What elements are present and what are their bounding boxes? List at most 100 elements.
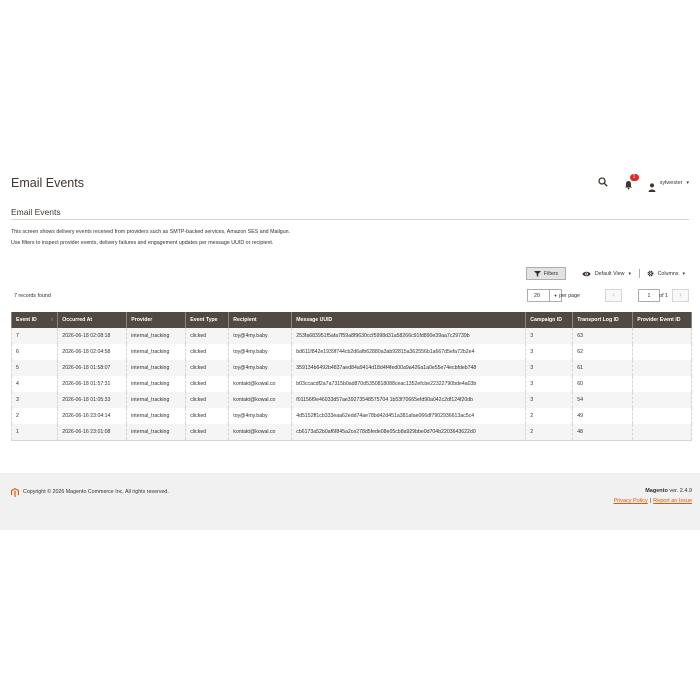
cell-transport-log-id: 62 xyxy=(572,344,634,360)
header-actions: 1 sylwester ▾ xyxy=(597,174,689,192)
cell-transport-log-id: 63 xyxy=(572,328,634,344)
cell-occurred-at: 2026-06-18 01:57:31 xyxy=(57,376,128,392)
cell-message-uuid: f01156f9e46033d57ae39273548575704 1b53f7… xyxy=(291,392,527,408)
cell-occurred-at: 2026-06-18 01:58:07 xyxy=(57,360,128,376)
view-switcher[interactable]: Default View ▾ xyxy=(582,267,631,280)
column-header-event-type[interactable]: Event Type xyxy=(185,312,230,328)
cell-recipient: kontakt@kowal.co xyxy=(228,376,293,392)
cell-recipient: toy@4my.baby xyxy=(228,344,293,360)
filter-icon xyxy=(533,270,541,277)
cell-occurred-at: 2026-06-18 02:08:18 xyxy=(57,328,128,344)
cell-recipient: toy@4my.baby xyxy=(228,360,293,376)
table-row[interactable]: 6 2026-06-18 02:04:58 internal_tracking cli… xyxy=(10,344,692,360)
table-row[interactable]: 7 2026-06-18 02:08:18 internal_tracking cli… xyxy=(10,328,692,344)
brand-name: Magento xyxy=(645,488,668,494)
column-header-transport-log-id[interactable]: Transport Log ID xyxy=(572,312,634,328)
cell-provider-event-id xyxy=(632,344,692,360)
table-row[interactable]: 3 2026-06-18 01:05:33 internal_tracking cli… xyxy=(10,392,692,408)
column-header-occurred-at[interactable]: Occurred At xyxy=(57,312,128,328)
footer: Copyright © 2026 Magento Commerce Inc. A… xyxy=(0,473,700,530)
description-line-1: This screen shows delivery events receiv… xyxy=(11,229,291,235)
column-header-event-id[interactable]: Event ID ↑ xyxy=(10,312,59,328)
cell-campaign-id: 3 xyxy=(525,360,574,376)
version-info: Magento ver. 2.4.9 xyxy=(645,488,692,494)
cell-occurred-at: 2026-06-16 23:01:08 xyxy=(57,424,128,441)
notification-count-badge: 1 xyxy=(629,174,639,181)
chevron-down-icon: ▾ xyxy=(628,270,631,277)
cell-occurred-at: 2026-06-16 23:04:14 xyxy=(57,408,128,424)
records-found: 7 records found xyxy=(14,293,51,299)
column-header-provider[interactable]: Provider xyxy=(126,312,187,328)
cell-event-type: clicked xyxy=(185,392,230,408)
cell-message-uuid: b03ccacdf2a7a7315b0ad870d5350818088ceac1… xyxy=(291,376,527,392)
cell-event-type: clicked xyxy=(185,408,230,424)
per-page-label: per page xyxy=(559,293,580,299)
cell-message-uuid: 253fa683951f5afa7f59a8f9630ccf5998d31a58… xyxy=(291,328,527,344)
columns-control[interactable]: Columns ▾ xyxy=(647,267,685,280)
description-line-2: Use filters to inspect provider events, … xyxy=(11,240,274,246)
user-menu[interactable]: sylwester ▾ xyxy=(648,179,689,192)
cell-provider-event-id xyxy=(632,392,692,408)
cell-event-id: 2 xyxy=(10,408,59,424)
column-header-message-uuid[interactable]: Message UUID xyxy=(291,312,527,328)
cell-provider: internal_tracking xyxy=(126,328,187,344)
report-issue-link[interactable]: Report an Issue xyxy=(653,498,692,504)
cell-event-id: 4 xyxy=(10,376,59,392)
filters-button[interactable]: Filters xyxy=(526,267,566,280)
section-description: This screen shows delivery events receiv… xyxy=(11,227,290,249)
cell-event-type: clicked xyxy=(185,360,230,376)
next-page-button[interactable]: › xyxy=(672,289,689,302)
cell-provider: internal_tracking xyxy=(126,360,187,376)
cell-recipient: toy@4my.baby xyxy=(228,328,293,344)
cell-campaign-id: 2 xyxy=(525,424,574,441)
cell-campaign-id: 3 xyxy=(525,376,574,392)
user-name: sylwester xyxy=(659,180,683,186)
cell-campaign-id: 3 xyxy=(525,392,574,408)
chevron-down-icon: ▾ xyxy=(686,180,689,186)
version-number: ver. 2.4.9 xyxy=(667,488,692,494)
notifications-button[interactable]: 1 xyxy=(624,174,639,190)
cell-provider: internal_tracking xyxy=(126,424,187,441)
magento-logo-icon xyxy=(11,488,19,497)
per-page-select[interactable]: 20 ▼ xyxy=(527,289,562,302)
cell-message-uuid: 359134b6492b4837aed84a9414d18d4f4fed00a9… xyxy=(291,360,527,376)
column-header-recipient[interactable]: Recipient xyxy=(228,312,293,328)
column-header-campaign-id[interactable]: Campaign ID xyxy=(525,312,574,328)
section-divider xyxy=(11,219,689,220)
sort-ascending-icon: ↑ xyxy=(50,317,54,323)
table-row[interactable]: 1 2026-06-16 23:01:08 internal_tracking cli… xyxy=(10,424,692,441)
cell-message-uuid: bd611f842e1939f744cb2d6afb62880a3ab92815… xyxy=(291,344,527,360)
cell-recipient: kontakt@kowal.co xyxy=(228,392,293,408)
grid-pager-toolbar: 7 records found 20 ▼ per page ‹ 1 of 1 › xyxy=(11,289,689,303)
page-total: of 1 xyxy=(659,293,668,299)
eye-icon xyxy=(582,271,591,276)
table-row[interactable]: 5 2026-06-18 01:58:07 internal_tracking cli… xyxy=(10,360,692,376)
page-header: Email Events 1 sylwester ▾ xyxy=(11,170,689,196)
cell-transport-log-id: 61 xyxy=(572,360,634,376)
cell-campaign-id: 2 xyxy=(525,408,574,424)
footer-links: Privacy Policy | Report an Issue xyxy=(614,498,693,504)
table-row[interactable]: 2 2026-06-16 23:04:14 internal_tracking cli… xyxy=(10,408,692,424)
column-header-provider-event-id[interactable]: Provider Event ID xyxy=(632,312,692,328)
cell-transport-log-id: 48 xyxy=(572,424,634,441)
search-icon[interactable] xyxy=(597,177,610,189)
cell-provider: internal_tracking xyxy=(126,376,187,392)
table-row[interactable]: 4 2026-06-18 01:57:31 internal_tracking cli… xyxy=(10,376,692,392)
cell-campaign-id: 3 xyxy=(525,344,574,360)
current-page-input[interactable]: 1 xyxy=(638,289,660,302)
link-separator: | xyxy=(649,498,652,504)
cell-transport-log-id: 49 xyxy=(572,408,634,424)
privacy-policy-link[interactable]: Privacy Policy xyxy=(614,498,648,504)
cell-provider: internal_tracking xyxy=(126,392,187,408)
per-page-value: 20 xyxy=(534,292,540,299)
grid-header-row: Event ID ↑ Occurred At Provider Event Typ… xyxy=(10,312,692,328)
copyright-text: Copyright © 2026 Magento Commerce Inc. A… xyxy=(23,489,169,495)
chevron-down-icon: ▾ xyxy=(682,270,685,277)
cell-event-id: 7 xyxy=(10,328,59,344)
cell-event-id: 3 xyxy=(10,392,59,408)
grid-toolbar: Filters Default View ▾ Columns ▾ xyxy=(11,267,689,281)
previous-page-button[interactable]: ‹ xyxy=(605,289,622,302)
view-label: Default View xyxy=(594,270,625,277)
cell-provider-event-id xyxy=(632,424,692,441)
cell-occurred-at: 2026-06-18 01:05:33 xyxy=(57,392,128,408)
